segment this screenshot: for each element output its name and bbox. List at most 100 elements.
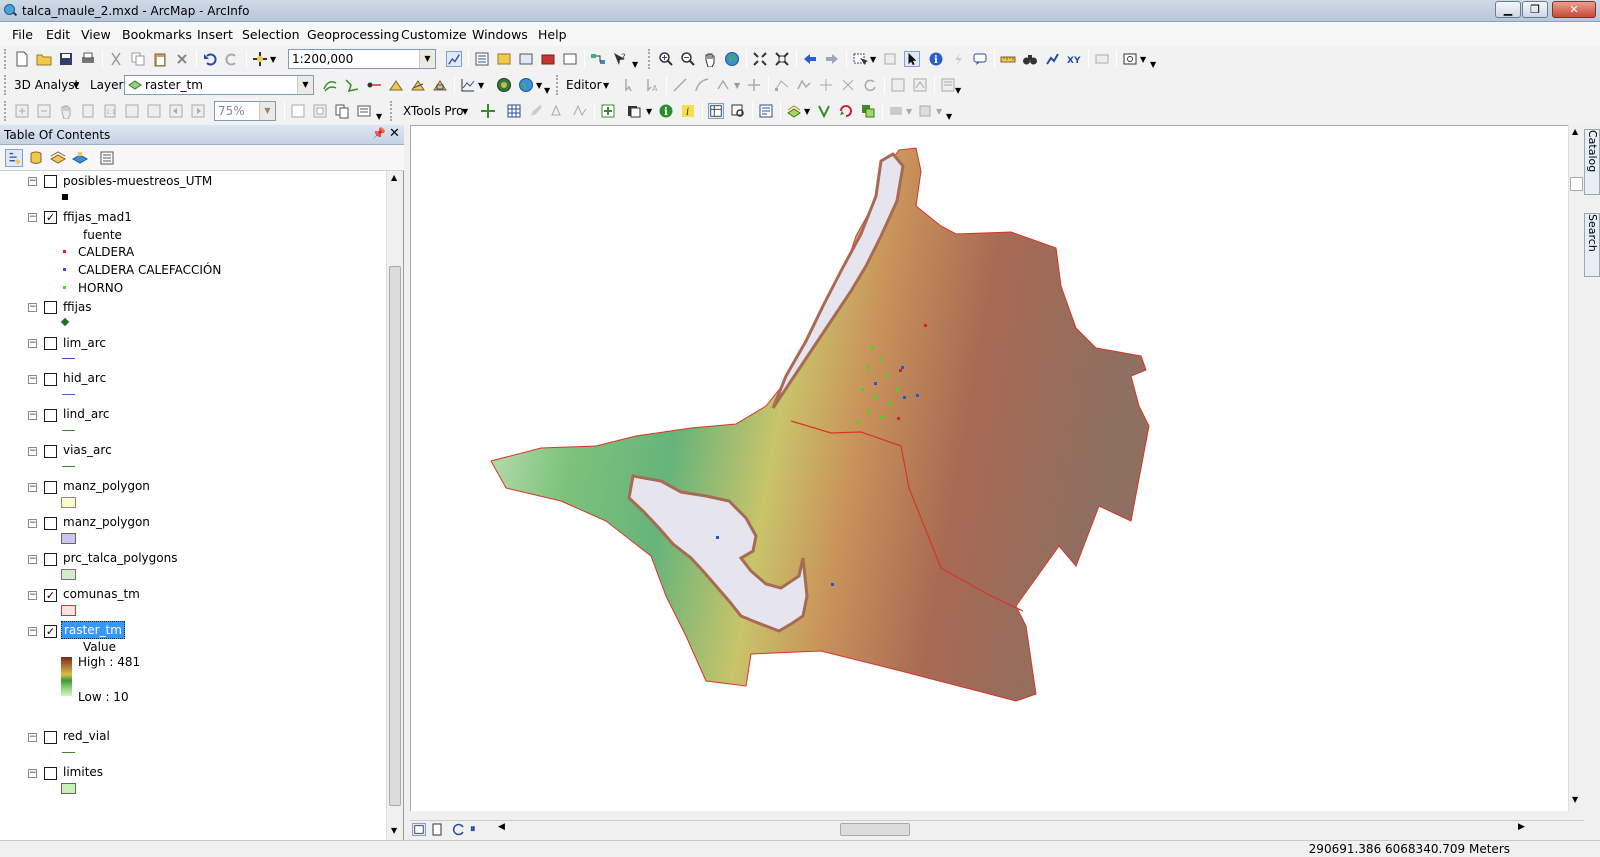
- toc-scroll-thumb[interactable]: [389, 266, 401, 806]
- toolbar-options-arrow[interactable]: ▼: [376, 112, 382, 121]
- layer-name-posibles-muestreos[interactable]: posibles-muestreos_UTM: [63, 174, 212, 188]
- layer-name-ffijas[interactable]: ffijas: [63, 300, 92, 314]
- layer-name-lim-arc[interactable]: lim_arc: [63, 336, 106, 350]
- layer-visibility-checkbox[interactable]: [44, 301, 57, 314]
- collapse-toggle[interactable]: −: [28, 447, 37, 456]
- toolbar-grip[interactable]: [648, 49, 652, 69]
- toolbar-options-arrow[interactable]: ▼: [946, 112, 952, 121]
- edit-annotation-icon[interactable]: A: [644, 77, 660, 93]
- menu-bookmarks[interactable]: Bookmarks: [122, 27, 192, 42]
- toolbar-options-arrow[interactable]: ▼: [1150, 60, 1156, 69]
- select-elements-arrow-icon[interactable]: [904, 51, 920, 67]
- toolbar-options-arrow[interactable]: ▼: [955, 86, 961, 95]
- xtools-add-icon[interactable]: [480, 103, 496, 119]
- toc-vertical-scrollbar[interactable]: ▲ ▼: [386, 171, 403, 840]
- viewer-dropdown-arrow[interactable]: ▼: [1140, 55, 1146, 64]
- xtools-report-icon[interactable]: [758, 103, 774, 119]
- scroll-up-arrow[interactable]: ▲: [391, 173, 397, 182]
- edit-vertices-icon[interactable]: [774, 77, 790, 93]
- map-vscroll-thumb[interactable]: [1570, 177, 1583, 191]
- collapse-toggle[interactable]: −: [28, 177, 37, 186]
- xtools-layer-icon[interactable]: [626, 103, 642, 119]
- whats-this-help-icon[interactable]: ?: [612, 51, 628, 67]
- layout-view-icon[interactable]: [430, 823, 444, 836]
- create-features-icon[interactable]: [940, 77, 956, 93]
- go-forward-layout-icon[interactable]: [190, 103, 206, 119]
- maximize-button[interactable]: ❐: [1522, 1, 1548, 18]
- measure-icon[interactable]: [1000, 51, 1016, 67]
- minimize-button[interactable]: ▁: [1495, 1, 1521, 18]
- html-popup-icon[interactable]: [972, 51, 988, 67]
- caldera-point-symbol[interactable]: [63, 250, 66, 253]
- horno-point[interactable]: [867, 410, 870, 413]
- menu-file[interactable]: File: [12, 27, 33, 42]
- redo-icon[interactable]: [224, 51, 240, 67]
- arctoolbox-icon[interactable]: [540, 51, 556, 67]
- toolbar-grip[interactable]: [4, 101, 8, 121]
- caldera-point[interactable]: [897, 417, 900, 420]
- layer-name-ffijas-mad1[interactable]: ffijas_mad1: [63, 210, 132, 224]
- xtools-merge-icon[interactable]: [816, 103, 832, 119]
- scroll-down-arrow[interactable]: ▼: [391, 826, 397, 835]
- python-window-icon[interactable]: [562, 51, 578, 67]
- menu-insert[interactable]: Insert: [197, 27, 233, 42]
- layer-visibility-checkbox[interactable]: [44, 767, 57, 780]
- focus-data-frame-icon[interactable]: [312, 103, 328, 119]
- toolbar-grip[interactable]: [4, 49, 8, 69]
- hyperlink-icon[interactable]: [950, 51, 966, 67]
- undo-icon[interactable]: [202, 51, 218, 67]
- xtools-split-icon[interactable]: [572, 103, 588, 119]
- catalog-window-icon[interactable]: [496, 51, 512, 67]
- collapse-toggle[interactable]: −: [28, 411, 37, 420]
- horno-point[interactable]: [889, 402, 892, 405]
- toc-options-icon[interactable]: [99, 150, 115, 166]
- collapse-toggle[interactable]: −: [28, 519, 37, 528]
- zoom-in-icon[interactable]: [658, 51, 674, 67]
- layer-name-prc-talca-polygons[interactable]: prc_talca_polygons: [63, 551, 177, 565]
- map-view[interactable]: [410, 125, 1568, 811]
- zoom-100-percent-icon[interactable]: 1:1: [102, 103, 118, 119]
- pause-drawing-icon[interactable]: ⏸: [470, 822, 476, 836]
- square-point-symbol[interactable]: [62, 194, 68, 200]
- layer-visibility-checkbox[interactable]: [44, 445, 57, 458]
- search-window-icon[interactable]: [518, 51, 534, 67]
- print-icon[interactable]: [80, 51, 96, 67]
- scroll-left-arrow[interactable]: ◀: [498, 822, 505, 832]
- layout-zoom-out-icon[interactable]: [36, 103, 52, 119]
- collapse-toggle[interactable]: −: [28, 733, 37, 742]
- steepest-path-icon[interactable]: [344, 77, 360, 93]
- table-of-contents-icon[interactable]: [474, 51, 490, 67]
- collapse-toggle[interactable]: −: [28, 339, 37, 348]
- xtools-find-icon[interactable]: [730, 103, 746, 119]
- go-back-layout-icon[interactable]: [168, 103, 184, 119]
- identify-icon[interactable]: i: [928, 51, 944, 67]
- chevron-down-icon[interactable]: ▼: [259, 102, 275, 120]
- change-layout-icon[interactable]: [334, 103, 350, 119]
- xtools-export-icon[interactable]: [918, 103, 934, 119]
- select-features-icon[interactable]: [852, 51, 868, 67]
- scroll-down-arrow[interactable]: ▼: [1572, 795, 1578, 804]
- line-symbol[interactable]: [62, 752, 75, 753]
- menu-edit[interactable]: Edit: [46, 27, 70, 42]
- list-by-selection-icon[interactable]: [72, 150, 88, 166]
- cut-icon[interactable]: [108, 51, 124, 67]
- add-data-icon[interactable]: [252, 51, 268, 67]
- editor-toolbar-icon[interactable]: [446, 51, 462, 67]
- horno-point[interactable]: [874, 396, 877, 399]
- list-by-visibility-icon[interactable]: [50, 150, 66, 166]
- caldera-point[interactable]: [899, 369, 902, 372]
- layer-name-manz-polygon-2[interactable]: manz_polygon: [63, 515, 150, 529]
- chevron-down-icon[interactable]: ▼: [297, 76, 313, 94]
- go-to-xy-icon[interactable]: XY: [1066, 51, 1082, 67]
- horno-point[interactable]: [879, 358, 882, 361]
- diamond-point-symbol[interactable]: [60, 317, 70, 327]
- select-dropdown-arrow[interactable]: ▼: [870, 55, 876, 64]
- layer-visibility-checkbox[interactable]: [44, 481, 57, 494]
- layer-visibility-checkbox[interactable]: [44, 553, 57, 566]
- trace-icon[interactable]: [716, 77, 732, 93]
- line-symbol[interactable]: [62, 466, 75, 467]
- caldera-point[interactable]: [924, 324, 927, 327]
- data-driven-pages-icon[interactable]: [356, 103, 372, 119]
- export-dropdown-arrow[interactable]: ▼: [936, 107, 942, 116]
- toolbar-grip[interactable]: [390, 101, 394, 121]
